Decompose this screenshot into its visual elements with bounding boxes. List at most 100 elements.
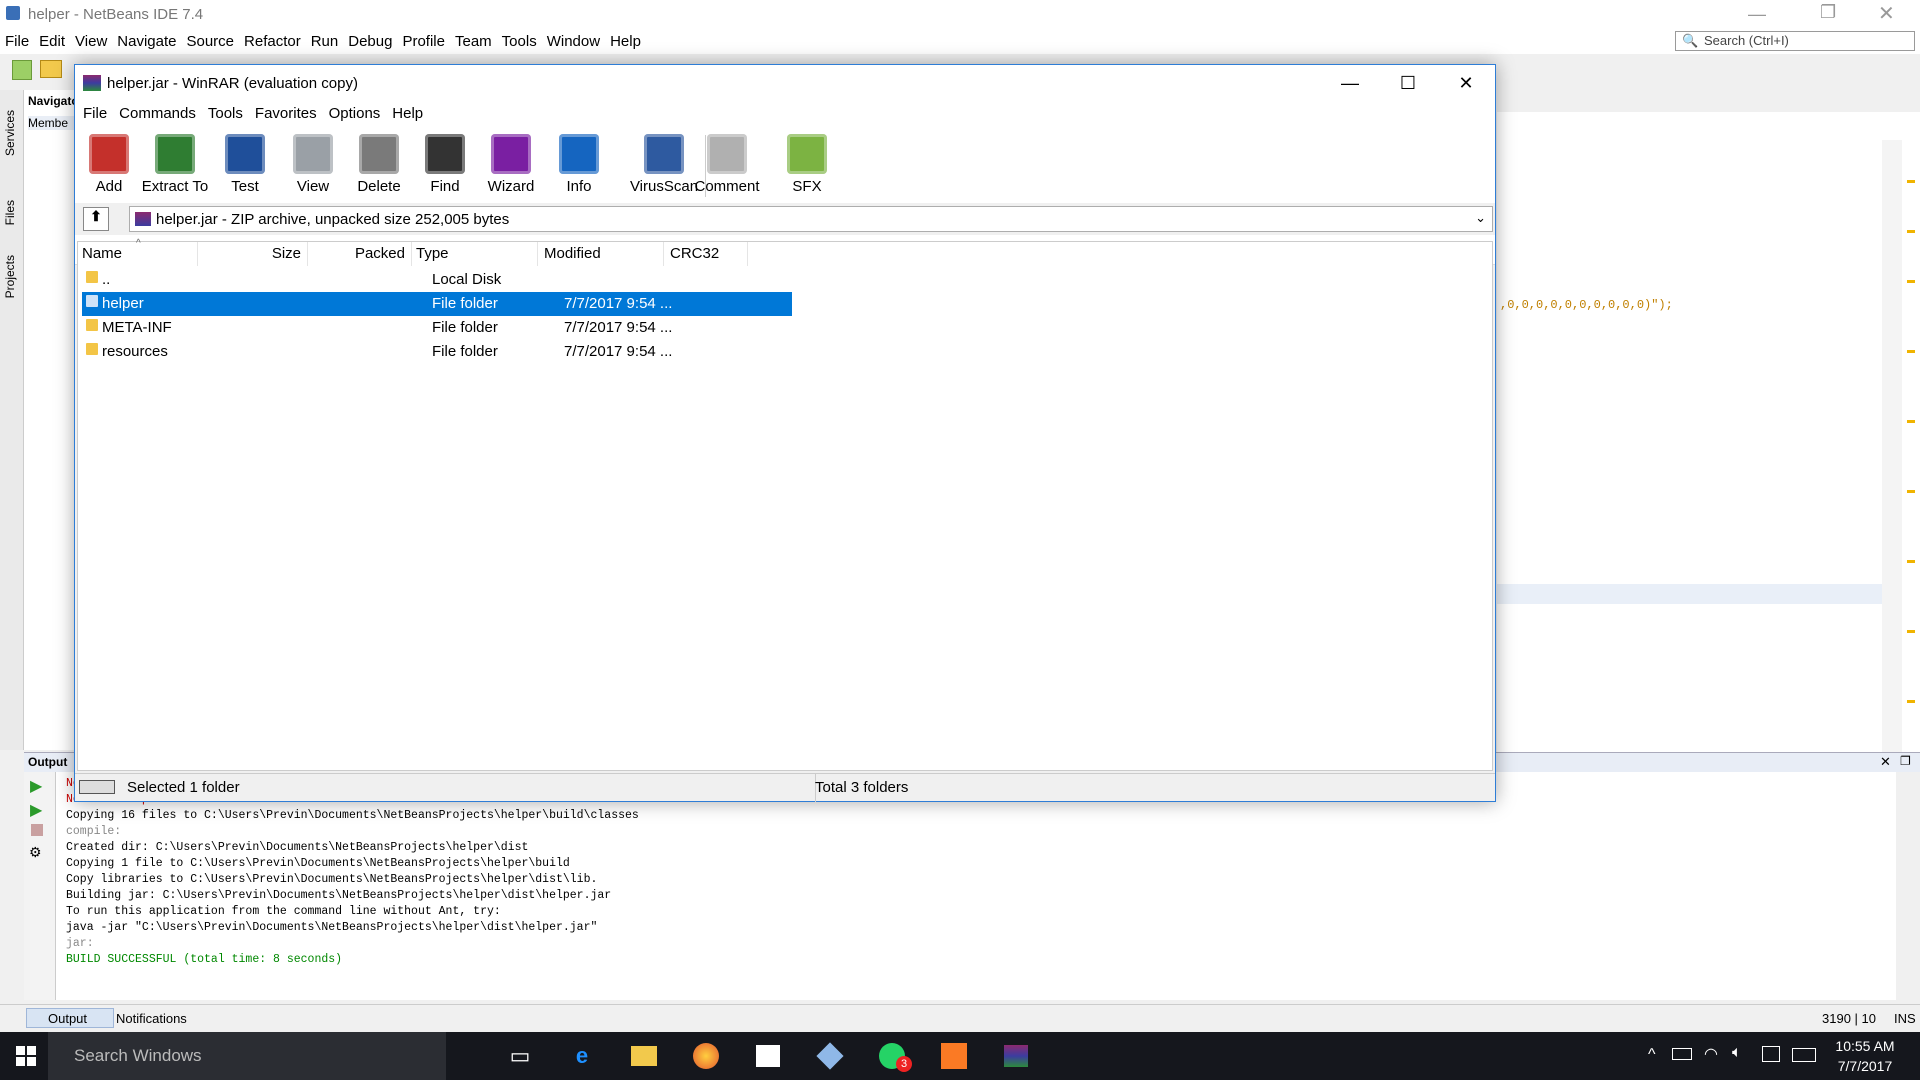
minimize-button[interactable]: — <box>1321 65 1379 101</box>
services-tab[interactable]: Services <box>3 110 17 156</box>
whatsapp-icon[interactable]: 3 <box>874 1040 912 1072</box>
up-folder-button[interactable]: ⬆ <box>83 207 109 231</box>
column-modified[interactable]: Modified <box>538 242 664 266</box>
file-name: resources <box>102 343 168 360</box>
action-center-icon[interactable] <box>1762 1046 1780 1062</box>
projects-tab[interactable]: Projects <box>3 255 17 298</box>
output-tab[interactable]: Output <box>28 755 67 769</box>
file-list[interactable]: Name ^ Size Packed Type Modified CRC32 .… <box>77 238 1493 771</box>
output-line: Copying 16 files to C:\Users\Previn\Docu… <box>66 809 639 822</box>
column-crc32[interactable]: CRC32 <box>664 242 748 266</box>
toolbar-add-button[interactable]: Add <box>77 131 141 195</box>
column-packed[interactable]: Packed <box>308 242 412 266</box>
minimize-icon[interactable]: — <box>1748 4 1766 25</box>
new-file-icon[interactable] <box>12 60 32 80</box>
ide-menu-source[interactable]: Source <box>181 31 239 52</box>
file-type: Local Disk <box>432 271 502 288</box>
toolbar-wizard-button[interactable]: Wizard <box>479 131 543 195</box>
archive-icon <box>135 212 151 226</box>
add-icon <box>83 131 135 176</box>
ide-menu-profile[interactable]: Profile <box>397 31 450 52</box>
ide-menu-refactor[interactable]: Refactor <box>239 31 306 52</box>
stop-icon[interactable] <box>31 824 43 836</box>
store-icon[interactable] <box>750 1040 786 1072</box>
ide-menu-tools[interactable]: Tools <box>497 31 542 52</box>
toolbar-test-button[interactable]: Test <box>213 131 277 195</box>
file-row[interactable]: META-INF File folder 7/7/2017 9:54 ... <box>82 316 792 340</box>
maximize-button[interactable]: ☐ <box>1379 65 1437 101</box>
files-tab[interactable]: Files <box>3 200 17 225</box>
file-row[interactable]: resources File folder 7/7/2017 9:54 ... <box>82 340 792 364</box>
winrar-taskbar-icon[interactable] <box>998 1040 1034 1072</box>
column-type[interactable]: Type <box>412 242 538 266</box>
find-icon <box>419 131 471 176</box>
ide-menu-team[interactable]: Team <box>450 31 497 52</box>
sort-arrow-icon: ^ <box>136 238 141 249</box>
notifications-status-label[interactable]: Notifications <box>116 1011 187 1026</box>
winrar-title: helper.jar - WinRAR (evaluation copy) <box>107 75 358 92</box>
new-project-icon[interactable] <box>40 60 62 78</box>
ide-menu-debug[interactable]: Debug <box>343 31 397 52</box>
ide-menu-file[interactable]: File <box>0 31 34 52</box>
toolbar-info-button[interactable]: Info <box>547 131 611 195</box>
keyboard-icon[interactable] <box>1792 1048 1816 1062</box>
toolbar-label: Info <box>566 178 592 195</box>
virtualbox-icon[interactable] <box>812 1040 848 1072</box>
file-name: META-INF <box>102 319 172 336</box>
winrar-menu-file[interactable]: File <box>77 103 113 124</box>
ide-menu-run[interactable]: Run <box>306 31 344 52</box>
file-modified: 7/7/2017 9:54 ... <box>564 343 673 360</box>
taskbar-search[interactable]: Search Windows <box>48 1032 446 1080</box>
rerun-icon[interactable]: ▶ <box>30 776 42 796</box>
ide-search-input[interactable]: 🔍 Search (Ctrl+I) <box>1675 31 1915 51</box>
output-console[interactable]: Note: Some input files use unchecked or … <box>56 772 1896 1000</box>
rerun-with-params-icon[interactable]: ▶ <box>30 800 42 820</box>
winrar-menu-options[interactable]: Options <box>323 103 387 124</box>
restore-icon[interactable]: ❐ <box>1820 2 1836 23</box>
toolbar-sfx-button[interactable]: SFX <box>775 131 839 195</box>
column-size[interactable]: Size <box>198 242 308 266</box>
winrar-menu-commands[interactable]: Commands <box>113 103 202 124</box>
wifi-icon[interactable]: ◠ <box>1704 1044 1718 1064</box>
volume-icon[interactable]: 🔈︎ <box>1732 1044 1742 1062</box>
windows-start-icon[interactable] <box>16 1046 36 1066</box>
file-explorer-icon[interactable] <box>626 1040 662 1072</box>
winrar-titlebar: helper.jar - WinRAR (evaluation copy) — … <box>75 65 1495 101</box>
ide-menu-window[interactable]: Window <box>542 31 605 52</box>
ide-menu-edit[interactable]: Edit <box>34 31 70 52</box>
file-row[interactable]: helper File folder 7/7/2017 9:54 ... <box>82 292 792 316</box>
close-output-icon[interactable]: ✕ <box>1880 754 1891 770</box>
toolbar-find-button[interactable]: Find <box>413 131 477 195</box>
close-icon[interactable]: ✕ <box>1878 1 1895 26</box>
navigator-tab[interactable]: Navigato <box>28 94 79 108</box>
editor-scrollbar[interactable] <box>1882 140 1902 752</box>
archive-path-field[interactable]: helper.jar - ZIP archive, unpacked size … <box>129 206 1493 232</box>
code-editor[interactable]: ,0,0,0,0,0,0,0,0,0,0)"); <box>1497 112 1920 752</box>
clock-time: 10:55 AM <box>1835 1038 1895 1054</box>
file-row[interactable]: .. Local Disk <box>82 268 792 292</box>
close-button[interactable]: ✕ <box>1437 65 1495 101</box>
toolbar-virusscan-button[interactable]: VirusScan <box>629 131 699 195</box>
battery-icon[interactable] <box>1672 1048 1692 1060</box>
winrar-menu-tools[interactable]: Tools <box>202 103 249 124</box>
winrar-menu-favorites[interactable]: Favorites <box>249 103 323 124</box>
file-modified: 7/7/2017 9:54 ... <box>564 295 673 312</box>
ide-menu-navigate[interactable]: Navigate <box>112 31 181 52</box>
toolbar-delete-button[interactable]: Delete <box>347 131 411 195</box>
show-hidden-icons-icon[interactable]: ^ <box>1648 1046 1656 1064</box>
ide-menu-help[interactable]: Help <box>605 31 646 52</box>
chevron-down-icon[interactable]: ⌄ <box>1475 210 1486 226</box>
ide-menu-view[interactable]: View <box>70 31 112 52</box>
xampp-icon[interactable] <box>936 1040 972 1072</box>
folder-icon <box>86 343 98 355</box>
task-view-icon[interactable]: ▭ <box>502 1040 538 1072</box>
toolbar-extract-to-button[interactable]: Extract To <box>142 131 208 195</box>
edge-icon[interactable]: e <box>564 1040 600 1072</box>
firefox-icon[interactable] <box>688 1040 724 1072</box>
winrar-menu-help[interactable]: Help <box>386 103 429 124</box>
settings-icon[interactable]: ⚙ <box>29 844 42 861</box>
maximize-output-icon[interactable]: ❐ <box>1900 754 1911 768</box>
taskbar-clock[interactable]: 10:55 AM 7/7/2017 <box>1820 1036 1910 1076</box>
toolbar-view-button[interactable]: View <box>281 131 345 195</box>
delete-icon <box>353 131 405 176</box>
